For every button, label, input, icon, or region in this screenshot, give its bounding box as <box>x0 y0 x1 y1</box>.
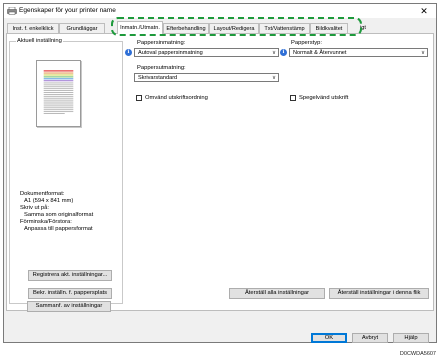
paper-input-select[interactable]: Autoval pappersinmatning ∨ <box>134 48 279 57</box>
reset-tab-settings-button[interactable]: Återställ inställningar i denna flik <box>329 288 429 299</box>
document-format-value: A1 (594 x 841 mm) <box>24 198 74 204</box>
info-icon: i <box>125 49 132 56</box>
reduce-enlarge-label: Förminska/Förstora: <box>20 219 72 225</box>
help-button[interactable]: Hjälp <box>393 333 429 343</box>
register-current-settings-button[interactable]: Registrera akt. inställningar... <box>28 270 112 281</box>
title-bar: Egenskaper för your printer name ✕ <box>4 4 436 18</box>
paper-input-label: Pappersinmatning: <box>137 40 186 46</box>
print-on-label: Skriv ut på: <box>20 205 49 211</box>
chevron-down-icon: ∨ <box>271 50 276 56</box>
paper-type-value: Normalt & Återvunnet <box>293 50 347 56</box>
printer-icon <box>7 7 17 15</box>
document-format-label: Dokumentformat: <box>20 191 65 197</box>
tab-basic[interactable]: Grundläggar <box>59 23 105 33</box>
tab-text-watermark[interactable]: Txt/Vattenstämp <box>259 23 310 33</box>
chevron-down-icon: ∨ <box>271 75 276 81</box>
mirror-print-label: Spegelvänd utskrift <box>299 95 349 101</box>
paper-type-select[interactable]: Normalt & Återvunnet ∨ <box>289 48 428 57</box>
reset-all-settings-button[interactable]: Återställ alla inställningar <box>229 288 325 299</box>
cancel-button[interactable]: Avbryt <box>352 333 388 343</box>
tab-one-click-settings[interactable]: Inst. f. enkelklick <box>7 23 59 33</box>
paper-output-select[interactable]: Skrivarstandard ∨ <box>134 73 279 82</box>
paper-type-label: Papperstyp: <box>291 40 322 46</box>
printer-properties-dialog: Egenskaper för your printer name ✕ Inst.… <box>3 3 437 343</box>
confirm-paper-location-button[interactable]: Bekr. inställn. f. pappersplats <box>28 288 112 299</box>
paper-output-value: Skrivarstandard <box>138 75 178 81</box>
print-on-value: Samma som originalformat <box>24 212 94 218</box>
document-preview-icon <box>43 70 74 114</box>
current-setting-group: Aktuell inställning Dokumentformat: A1 (… <box>9 38 123 304</box>
window-title: Egenskaper för your printer name <box>19 7 116 14</box>
paper-output-label: Pappersutmatning: <box>137 65 186 71</box>
settings-summary-button[interactable]: Sammanf. av inställningar <box>27 301 111 312</box>
ok-button[interactable]: OK <box>311 333 347 343</box>
tab-more[interactable]: igt <box>359 23 373 33</box>
close-icon[interactable]: ✕ <box>418 5 430 17</box>
page-preview <box>36 60 81 127</box>
tab-input-output[interactable]: Inmatn./Utmatn. <box>117 21 163 34</box>
image-code: D0CWDA5607 <box>399 351 436 357</box>
chevron-down-icon: ∨ <box>420 50 425 56</box>
mirror-print-checkbox[interactable] <box>290 95 296 101</box>
paper-input-value: Autoval pappersinmatning <box>138 50 203 56</box>
current-setting-label: Aktuell inställning <box>16 38 63 44</box>
reverse-order-checkbox[interactable] <box>136 95 142 101</box>
tab-finishing[interactable]: Efterbehandling <box>163 23 209 33</box>
tab-image-quality[interactable]: Bildkvalitet <box>310 23 348 33</box>
info-icon: i <box>280 49 287 56</box>
reduce-enlarge-value: Anpassa till pappersformat <box>24 226 93 232</box>
tab-panel: Aktuell inställning Dokumentformat: A1 (… <box>6 33 434 311</box>
tab-layout-edit[interactable]: Layout/Redigera <box>209 23 259 33</box>
reverse-order-label: Omvänd utskriftsordning <box>145 95 208 101</box>
